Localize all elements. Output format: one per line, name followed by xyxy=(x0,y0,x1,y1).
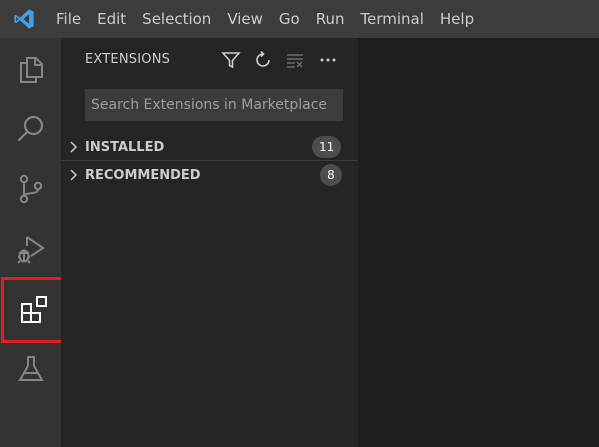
activity-run-debug[interactable] xyxy=(0,218,61,280)
explorer-files-icon xyxy=(19,57,43,83)
activity-source-control[interactable] xyxy=(0,158,61,220)
title-bar: File Edit Selection View Go Run Terminal… xyxy=(0,0,599,38)
menu-help[interactable]: Help xyxy=(432,0,482,38)
sidebar-header: EXTENSIONS xyxy=(61,38,358,82)
section-recommended[interactable]: RECOMMENDED 8 xyxy=(61,161,358,189)
chevron-right-icon xyxy=(70,169,78,181)
more-actions-button[interactable] xyxy=(317,49,339,71)
menu-go[interactable]: Go xyxy=(271,0,308,38)
search-icon xyxy=(17,115,43,142)
extensions-icon xyxy=(20,296,47,323)
source-control-icon xyxy=(19,174,42,204)
menu-terminal[interactable]: Terminal xyxy=(353,0,432,38)
recommended-count-badge: 8 xyxy=(320,164,342,186)
menu-selection[interactable]: Selection xyxy=(134,0,219,38)
refresh-icon xyxy=(256,50,270,67)
run-debug-icon xyxy=(16,236,45,264)
section-installed-label: INSTALLED xyxy=(85,140,165,155)
editor-area xyxy=(358,38,599,447)
menu-view[interactable]: View xyxy=(219,0,271,38)
filter-button[interactable] xyxy=(220,49,242,71)
sidebar-title: EXTENSIONS xyxy=(85,52,171,67)
refresh-button[interactable] xyxy=(252,49,274,71)
menu-bar: File Edit Selection View Go Run Terminal… xyxy=(48,0,482,38)
menu-run[interactable]: Run xyxy=(308,0,353,38)
menu-file[interactable]: File xyxy=(48,0,89,38)
activity-explorer[interactable] xyxy=(0,38,61,100)
extensions-sidebar: EXTENSIONS Search Extensions in Marketpl… xyxy=(61,38,358,447)
activity-testing[interactable] xyxy=(0,338,61,400)
activity-bar xyxy=(0,38,66,447)
section-installed[interactable]: INSTALLED 11 xyxy=(61,133,358,161)
chevron-right-icon xyxy=(70,141,78,153)
clear-results-button[interactable] xyxy=(284,49,306,71)
installed-count-badge: 11 xyxy=(312,136,342,158)
search-extensions-input[interactable] xyxy=(85,89,343,121)
clear-results-icon xyxy=(287,54,303,68)
section-recommended-label: RECOMMENDED xyxy=(85,168,201,183)
more-actions-icon xyxy=(320,58,336,62)
activity-extensions[interactable] xyxy=(1,277,66,343)
testing-flask-icon xyxy=(17,356,44,381)
filter-icon xyxy=(221,52,241,69)
menu-edit[interactable]: Edit xyxy=(89,0,134,38)
activity-search[interactable] xyxy=(0,98,61,160)
vscode-logo-icon[interactable] xyxy=(0,0,48,38)
